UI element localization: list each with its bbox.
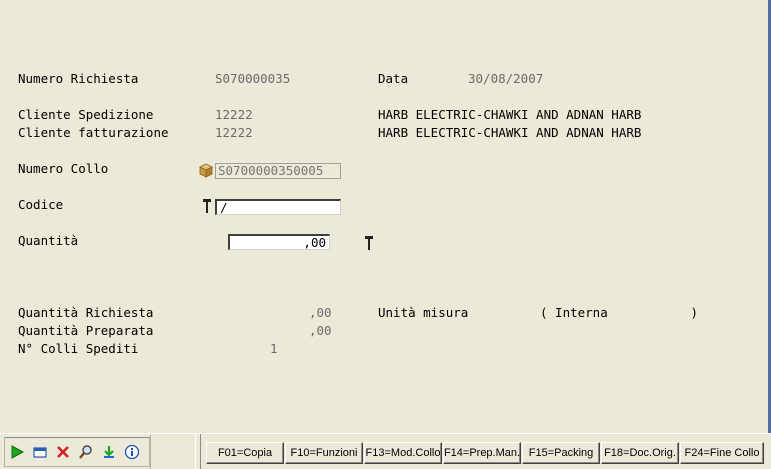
f15-packing-button[interactable]: F15=Packing: [522, 442, 600, 464]
f18-doc-orig-button[interactable]: F18=Doc.Orig.: [601, 442, 679, 464]
f14-prep-man-button[interactable]: F14=Prep.Man.: [443, 442, 521, 464]
delete-icon[interactable]: [53, 442, 73, 462]
unita-misura-label: Unità misura: [378, 305, 469, 320]
cliente-spedizione-code: 12222: [215, 107, 253, 122]
codice-input[interactable]: /: [215, 199, 341, 215]
colli-spediti-value: 1: [270, 341, 278, 356]
cliente-fatturazione-code: 12222: [215, 125, 253, 140]
search-icon[interactable]: [76, 442, 96, 462]
numero-collo-field[interactable]: S0700000350005: [215, 163, 341, 179]
qta-preparata-value: ,00: [309, 323, 332, 338]
qta-preparata-label: Quantità Preparata: [18, 323, 154, 338]
refresh-icon[interactable]: [99, 442, 119, 462]
unita-misura-value: ( Interna ): [540, 305, 699, 320]
cliente-spedizione-label: Cliente Spedizione: [18, 107, 154, 122]
cliente-spedizione-name: HARB ELECTRIC-CHAWKI AND ADNAN HARB: [378, 107, 642, 122]
colli-spediti-label: N° Colli Spediti: [18, 341, 139, 356]
toolbar-separator: [150, 434, 196, 469]
icon-toolbar: [4, 437, 150, 467]
qta-richiesta-value: ,00: [309, 305, 332, 320]
info-icon[interactable]: [122, 442, 142, 462]
function-key-bar: F01=Copia F10=Funzioni F13=Mod.Collo F14…: [200, 434, 769, 469]
package-icon[interactable]: [198, 162, 214, 178]
f13-mod-collo-button[interactable]: F13=Mod.Collo: [364, 442, 442, 464]
f10-funzioni-button[interactable]: F10=Funzioni: [285, 442, 363, 464]
window-icon[interactable]: [30, 442, 50, 462]
quantita-input[interactable]: ,00: [228, 234, 330, 250]
numero-richiesta-label: Numero Richiesta: [18, 71, 139, 86]
f01-copia-button[interactable]: F01=Copia: [206, 442, 284, 464]
cliente-fatturazione-name: HARB ELECTRIC-CHAWKI AND ADNAN HARB: [378, 125, 642, 140]
f24-fine-collo-button[interactable]: F24=Fine Collo: [680, 442, 764, 464]
pin-icon: [365, 236, 373, 250]
qta-richiesta-label: Quantità Richiesta: [18, 305, 154, 320]
numero-collo-label: Numero Collo: [18, 161, 109, 176]
cliente-fatturazione-label: Cliente fatturazione: [18, 125, 169, 140]
numero-richiesta-value: S070000035: [215, 71, 291, 86]
play-icon[interactable]: [7, 442, 27, 462]
bottom-toolbar: F01=Copia F10=Funzioni F13=Mod.Collo F14…: [0, 433, 771, 469]
data-label: Data: [378, 71, 409, 86]
pin-icon: [203, 199, 211, 213]
codice-label: Codice: [18, 197, 64, 212]
data-value: 30/08/2007: [468, 71, 544, 86]
quantita-label: Quantità: [18, 233, 79, 248]
